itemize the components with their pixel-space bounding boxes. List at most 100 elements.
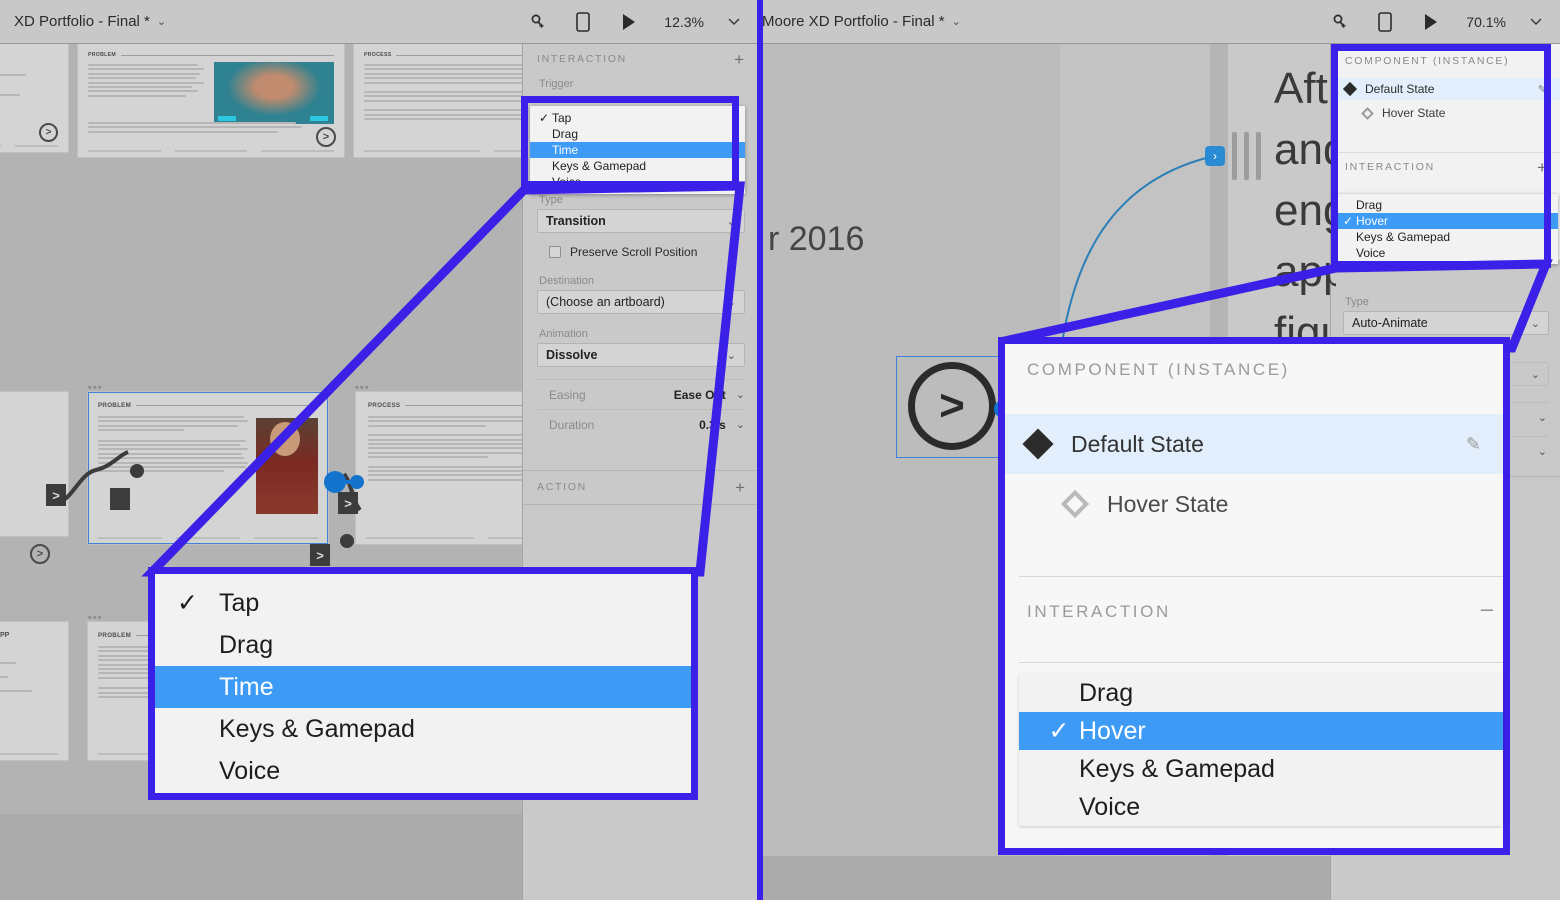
state-row-default[interactable]: Default State ✎ <box>1005 414 1503 474</box>
interaction-section-header: INTERACTION + <box>523 44 758 74</box>
scroll-group-handle-icon[interactable] <box>1232 132 1261 180</box>
right-title-caret-icon[interactable]: ⌄ <box>952 15 961 28</box>
animation-value: Dissolve <box>546 348 597 362</box>
left-document-title: XD Portfolio - Final * <box>14 13 150 30</box>
menu-item-label: Keys & Gamepad <box>1079 755 1275 784</box>
menu-item-selected[interactable]: Time <box>155 666 691 708</box>
left-title-caret-icon[interactable]: ⌄ <box>157 15 166 28</box>
chevron-down-icon: ⌄ <box>1538 411 1549 424</box>
canvas-year-text: r 2016 <box>768 220 864 259</box>
fragment: app <box>1274 241 1336 302</box>
wire-endpoint[interactable]: > <box>46 484 66 506</box>
callout-component-panel: COMPONENT (INSTANCE) Default State ✎ Hov… <box>998 337 1510 855</box>
screenshot-root: XD Portfolio - Final * ⌄ <box>0 0 1560 900</box>
menu-item[interactable]: Drag <box>155 624 691 666</box>
add-interaction-button[interactable]: + <box>734 51 744 68</box>
wire-endpoint-badge[interactable]: › <box>1205 146 1225 166</box>
animation-label: Animation <box>537 328 745 343</box>
chevron-down-icon: ⌄ <box>727 215 736 228</box>
menu-item[interactable]: Keys & Gamepad <box>155 708 691 750</box>
callout-trigger-menu: ✓ Tap Drag Time Keys & Gamepad Voice <box>148 567 698 800</box>
chevron-down-icon: ⌄ <box>1538 445 1549 458</box>
menu-item[interactable]: Voice <box>1019 788 1503 826</box>
easing-row[interactable]: Easing Ease Out ⌄ <box>537 379 745 409</box>
easing-label: Easing <box>549 388 586 402</box>
right-document-title: Moore XD Portfolio - Final * <box>762 13 945 30</box>
highlight-box-left-trigger-menu <box>521 96 739 188</box>
component-state-diamond-icon <box>1061 490 1089 518</box>
chevron-down-icon: ⌄ <box>727 296 736 309</box>
menu-item-label: Hover <box>1079 717 1146 746</box>
destination-label: Destination <box>537 275 745 290</box>
play-icon[interactable] <box>618 10 640 34</box>
duration-row[interactable]: Duration 0.3 s ⌄ <box>537 409 745 439</box>
destination-select[interactable]: (Choose an artboard) ⌄ <box>537 290 745 314</box>
animation-select[interactable]: Dissolve ⌄ <box>537 343 745 367</box>
menu-item[interactable]: ✓ Tap <box>155 582 691 624</box>
trigger-dropdown-menu[interactable]: Drag ✓ Hover Keys & Gamepad Voice <box>1019 674 1503 826</box>
type-select[interactable]: Transition ⌄ <box>537 209 745 233</box>
state-row-hover[interactable]: Hover State <box>1005 476 1503 532</box>
destination-value: (Choose an artboard) <box>546 295 665 309</box>
interaction-wire <box>1042 44 1242 374</box>
wire-dot[interactable] <box>130 464 144 478</box>
coedit-icon[interactable] <box>1328 10 1350 34</box>
chevron-down-icon: ⌄ <box>1531 317 1540 330</box>
fragment: Aft <box>1274 58 1336 119</box>
component-arrow-icon[interactable]: > <box>908 362 996 450</box>
state-label: Hover State <box>1107 491 1228 518</box>
preserve-scroll-checkbox[interactable] <box>549 246 561 258</box>
menu-item[interactable]: Voice <box>155 750 691 792</box>
component-state-diamond-icon <box>1022 428 1053 459</box>
type-select[interactable]: Auto-Animate ⌄ <box>1343 311 1549 335</box>
wire-endpoint[interactable]: > <box>310 544 330 566</box>
state-label: Default State <box>1071 431 1204 458</box>
type-value: Transition <box>546 214 606 228</box>
device-preview-icon[interactable] <box>1374 10 1396 34</box>
menu-item-selected[interactable]: ✓ Hover <box>1019 712 1503 750</box>
right-zoom-value[interactable]: 70.1% <box>1466 14 1506 30</box>
menu-item-label: Drag <box>1079 679 1133 708</box>
artboard[interactable]: AME SHOW APP > <box>0 622 68 760</box>
type-label: Type <box>1343 296 1549 311</box>
fragment: eng <box>1274 180 1336 241</box>
menu-item[interactable]: Keys & Gamepad <box>1019 750 1503 788</box>
left-zoom-value[interactable]: 12.3% <box>664 14 704 30</box>
add-action-button[interactable]: + <box>735 479 745 496</box>
arrow-glyph: > <box>939 388 965 423</box>
wire-dot[interactable] <box>340 534 354 548</box>
menu-item-label: Time <box>219 673 274 702</box>
left-zoom-caret-icon[interactable] <box>728 10 740 34</box>
device-preview-icon[interactable] <box>572 10 594 34</box>
action-section-header: ACTION + <box>523 472 759 502</box>
duration-label: Duration <box>549 418 594 432</box>
fragment: and <box>1274 119 1336 180</box>
play-icon[interactable] <box>1420 10 1442 34</box>
artboard[interactable]: PROBLEM > <box>78 44 344 157</box>
collapse-interaction-button[interactable]: – <box>1481 596 1493 622</box>
preserve-scroll-label: Preserve Scroll Position <box>570 245 697 259</box>
menu-item-label: Voice <box>1079 793 1140 822</box>
artboard[interactable]: M > <box>0 44 68 152</box>
right-zoom-caret-icon[interactable] <box>1530 10 1542 34</box>
artboard[interactable]: PROCESS <box>354 44 522 157</box>
duration-value: 0.3 s <box>699 418 736 432</box>
chevron-down-icon: ⌄ <box>1531 368 1540 381</box>
edit-pencil-icon[interactable]: ✎ <box>1466 434 1481 455</box>
window-divider <box>757 0 763 900</box>
interaction-wire <box>0 374 522 574</box>
menu-item[interactable]: Drag <box>1019 674 1503 712</box>
wire-endpoint[interactable] <box>110 488 130 510</box>
right-titlebar: Moore XD Portfolio - Final * ⌄ <box>762 0 1560 44</box>
component-header-label: COMPONENT (INSTANCE) <box>1027 360 1290 380</box>
right-toolbar: 70.1% <box>1328 10 1560 34</box>
wire-source-icon[interactable]: > <box>30 544 50 564</box>
type-value: Auto-Animate <box>1352 316 1428 330</box>
wire-endpoint[interactable]: > <box>338 492 358 514</box>
coedit-icon[interactable] <box>526 10 548 34</box>
menu-item-label: Voice <box>219 757 280 786</box>
chevron-down-icon: ⌄ <box>736 418 745 431</box>
menu-item-label: Keys & Gamepad <box>219 715 415 744</box>
left-toolbar: 12.3% <box>526 10 758 34</box>
check-icon: ✓ <box>177 588 219 618</box>
